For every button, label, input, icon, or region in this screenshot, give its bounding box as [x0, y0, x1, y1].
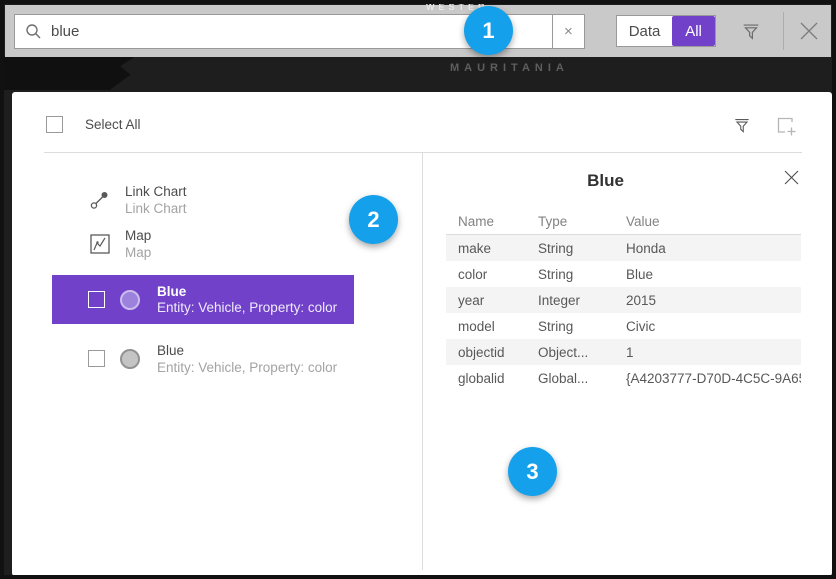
result-title: Map: [125, 228, 151, 243]
search-query-text: blue: [51, 23, 79, 40]
table-row: objectid Object... 1: [446, 339, 801, 365]
cell-type: String: [538, 267, 626, 282]
detail-panel: Blue Name Type Value make String Honda: [423, 153, 832, 576]
column-header-type: Type: [538, 214, 626, 229]
callout-badge-3: 3: [508, 447, 557, 496]
cell-name: globalid: [458, 371, 538, 386]
cell-name: color: [458, 267, 538, 282]
map-label-mauritania: MAURITANIA: [450, 62, 569, 74]
cell-type: Global...: [538, 371, 626, 386]
result-title: Blue: [157, 343, 337, 358]
cell-name: make: [458, 241, 538, 256]
cell-value: 2015: [626, 293, 801, 308]
search-scope-toggle: Data All: [616, 15, 716, 47]
filter-button[interactable]: [740, 20, 762, 42]
map-icon: [89, 233, 111, 255]
entity-circle-icon: [120, 349, 140, 369]
result-item-blue-selected[interactable]: Blue Entity: Vehicle, Property: color: [52, 275, 354, 324]
result-title: Blue: [157, 284, 337, 299]
clear-search-button[interactable]: ×: [552, 14, 585, 49]
column-header-value: Value: [626, 214, 801, 229]
callout-badge-1: 1: [464, 6, 513, 55]
table-row: year Integer 2015: [446, 287, 801, 313]
result-item-link-chart[interactable]: Link Chart Link Chart: [52, 184, 354, 216]
result-subtitle: Link Chart: [125, 201, 187, 216]
select-all-control[interactable]: Select All: [46, 116, 141, 133]
search-results-panel: Select All Link Chart Link Chart: [12, 92, 832, 576]
link-chart-icon: [89, 189, 111, 211]
cell-type: Integer: [538, 293, 626, 308]
cell-name: model: [458, 319, 538, 334]
results-filter-button[interactable]: [732, 115, 752, 135]
close-icon: [783, 169, 800, 186]
detail-title: Blue: [423, 171, 788, 191]
cell-name: year: [458, 293, 538, 308]
cell-value: Civic: [626, 319, 801, 334]
table-row: make String Honda: [446, 235, 801, 261]
select-all-label: Select All: [85, 117, 141, 132]
result-checkbox[interactable]: [88, 291, 105, 308]
result-subtitle: Entity: Vehicle, Property: color: [157, 360, 337, 375]
cell-value: 1: [626, 345, 801, 360]
entity-circle-icon: [120, 290, 140, 310]
attribute-table: Name Type Value make String Honda color …: [446, 209, 801, 391]
callout-badge-2: 2: [349, 195, 398, 244]
result-subtitle: Map: [125, 245, 151, 260]
detail-close-button[interactable]: [783, 169, 800, 186]
cell-value: Honda: [626, 241, 801, 256]
result-item-blue[interactable]: Blue Entity: Vehicle, Property: color: [52, 334, 354, 383]
result-item-map[interactable]: Map Map: [52, 228, 354, 260]
table-row: globalid Global... {A4203777-D70D-4C5C-9…: [446, 365, 801, 391]
cell-value: Blue: [626, 267, 801, 282]
column-header-name: Name: [458, 214, 538, 229]
close-search-button[interactable]: [796, 18, 822, 44]
add-new-icon: [775, 115, 797, 137]
cell-type: String: [538, 319, 626, 334]
cell-value: {A4203777-D70D-4C5C-9A65-C...: [626, 371, 801, 386]
table-row: model String Civic: [446, 313, 801, 339]
table-header-row: Name Type Value: [446, 209, 801, 235]
clear-icon: ×: [564, 23, 573, 40]
app-window: WESTER MAURITANIA 500 Feet blue × Data A…: [0, 0, 836, 579]
result-subtitle: Entity: Vehicle, Property: color: [157, 300, 337, 315]
scope-data-button[interactable]: Data: [617, 16, 672, 46]
select-all-checkbox[interactable]: [46, 116, 63, 133]
cell-name: objectid: [458, 345, 538, 360]
filter-funnel-icon: [732, 115, 752, 135]
close-icon: [796, 18, 822, 44]
table-row: color String Blue: [446, 261, 801, 287]
map-country-shape: [4, 56, 136, 90]
cell-type: Object...: [538, 345, 626, 360]
toolbar-divider: [783, 12, 784, 50]
results-header: Select All: [12, 92, 832, 152]
filter-funnel-icon: [740, 20, 762, 42]
add-to-new-button[interactable]: [775, 115, 797, 137]
search-toolbar: blue × Data All: [5, 5, 831, 57]
result-title: Link Chart: [125, 184, 187, 199]
search-icon: [25, 23, 42, 40]
result-checkbox[interactable]: [88, 350, 105, 367]
cell-type: String: [538, 241, 626, 256]
scope-all-button[interactable]: All: [672, 16, 715, 46]
